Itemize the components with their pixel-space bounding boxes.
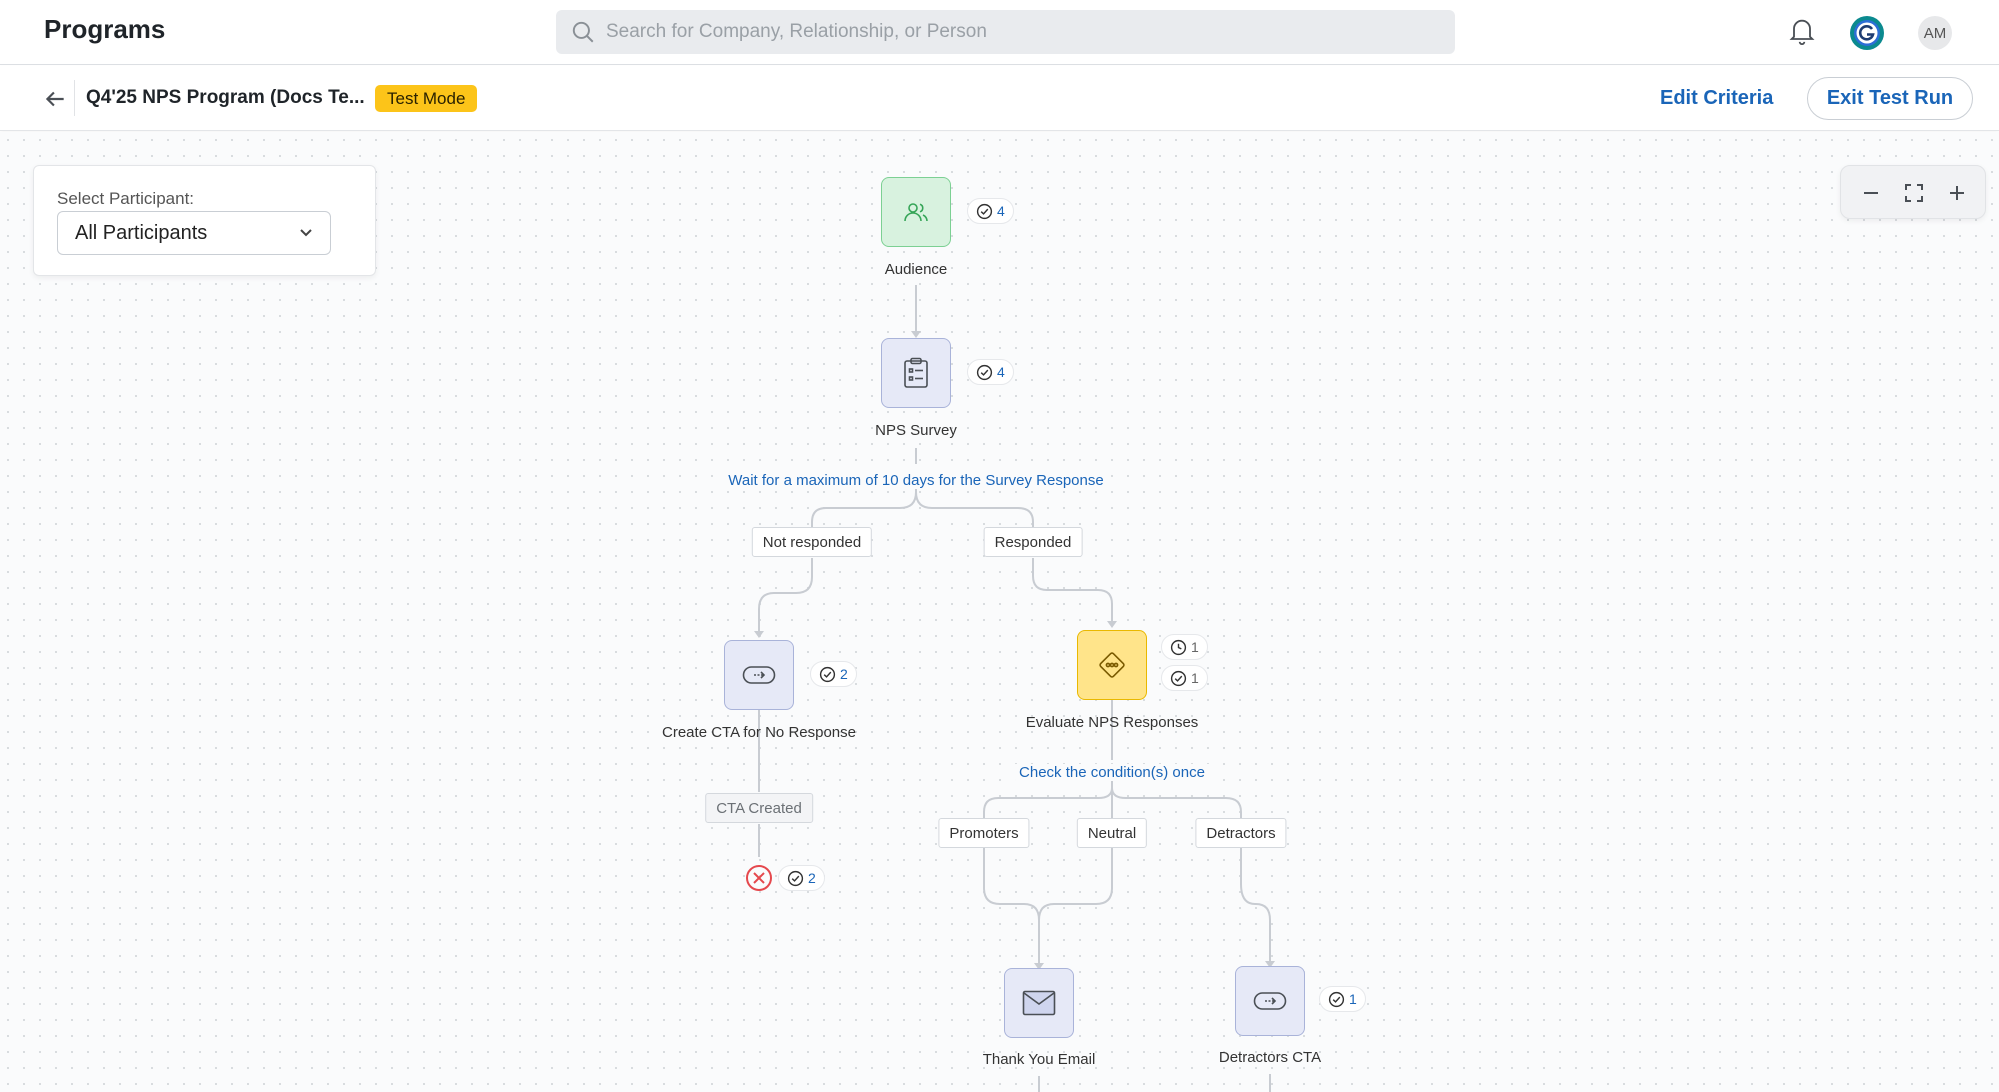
nps-survey-completed-count: 4: [967, 359, 1014, 385]
check-circle-icon: [976, 203, 993, 219]
audience-completed-count: 4: [967, 198, 1014, 224]
audience-label: Audience: [884, 261, 948, 278]
clock-icon: [1170, 639, 1187, 655]
search-input[interactable]: [606, 10, 1455, 54]
branch-detractors: Detractors: [1195, 818, 1287, 848]
evaluate-waiting-count: 1: [1161, 634, 1208, 660]
create-cta-node[interactable]: [724, 640, 794, 710]
condition-check-text[interactable]: Check the condition(s) once: [1015, 764, 1209, 781]
check-circle-icon: [1170, 670, 1187, 686]
check-circle-icon: [1328, 991, 1345, 1007]
gainsight-logo-icon[interactable]: [1849, 15, 1885, 51]
branch-not-responded: Not responded: [751, 527, 873, 557]
decision-diamond-icon: [1099, 652, 1125, 678]
create-cta-completed-count: 2: [810, 661, 857, 687]
test-mode-badge: Test Mode: [375, 85, 478, 112]
back-arrow-icon[interactable]: [42, 86, 68, 112]
thank-you-email-label: Thank You Email: [982, 1051, 1096, 1068]
check-circle-icon: [819, 666, 836, 682]
global-search[interactable]: [556, 10, 1455, 54]
check-circle-icon: [787, 870, 804, 886]
thank-you-email-node[interactable]: [1004, 968, 1074, 1038]
cta-created-event: CTA Created: [705, 793, 813, 823]
branch-promoters: Promoters: [938, 818, 1030, 848]
participant-dropdown-value: All Participants: [75, 221, 208, 244]
cta-icon: [1253, 992, 1287, 1010]
evaluate-nps-node[interactable]: [1077, 630, 1147, 700]
evaluate-completed-count: 1: [1161, 665, 1208, 691]
survey-wait-condition[interactable]: Wait for a maximum of 10 days for the Su…: [724, 472, 1108, 489]
program-name: Q4'25 NPS Program (Docs Te...: [86, 87, 365, 108]
chevron-down-icon: [300, 229, 312, 237]
notification-bell-icon[interactable]: [1788, 15, 1816, 47]
search-icon: [572, 21, 594, 43]
create-cta-label: Create CTA for No Response: [662, 724, 856, 741]
header-divider: [74, 80, 75, 116]
cta-icon: [742, 666, 776, 684]
branch-responded: Responded: [983, 527, 1083, 557]
exit-completed-count: 2: [778, 865, 825, 891]
user-avatar[interactable]: AM: [1918, 16, 1952, 50]
survey-clipboard-icon: [904, 357, 928, 388]
people-icon: [904, 203, 928, 222]
flow-connectors: [754, 285, 1275, 1092]
zoom-out-icon[interactable]: [1859, 181, 1883, 205]
audience-node[interactable]: [881, 177, 951, 247]
exit-error-icon: [746, 865, 772, 891]
program-flow-canvas[interactable]: Select Participant: All Participants 4 A…: [0, 132, 1999, 1092]
top-bar: Programs AM: [0, 0, 1999, 65]
participant-dropdown[interactable]: All Participants: [57, 211, 331, 255]
check-circle-icon: [976, 364, 993, 380]
participant-selector-panel: Select Participant: All Participants: [33, 165, 376, 276]
zoom-in-icon[interactable]: [1945, 181, 1969, 205]
fit-to-screen-icon[interactable]: [1902, 181, 1926, 205]
edit-criteria-link[interactable]: Edit Criteria: [1660, 87, 1773, 110]
nps-survey-label: NPS Survey: [875, 422, 957, 439]
evaluate-nps-label: Evaluate NPS Responses: [1025, 714, 1199, 731]
zoom-controls: [1840, 165, 1986, 219]
detractors-cta-label: Detractors CTA: [1218, 1049, 1322, 1066]
detractors-cta-completed-count: 1: [1319, 986, 1366, 1012]
exit-test-run-button[interactable]: Exit Test Run: [1807, 77, 1973, 120]
email-icon: [1022, 990, 1056, 1016]
detractors-cta-node[interactable]: [1235, 966, 1305, 1036]
program-header: Q4'25 NPS Program (Docs Te... Test Mode …: [0, 66, 1999, 131]
nps-survey-node[interactable]: [881, 338, 951, 408]
select-participant-label: Select Participant:: [57, 189, 195, 208]
app-title: Programs: [44, 14, 166, 44]
branch-neutral: Neutral: [1076, 818, 1148, 848]
